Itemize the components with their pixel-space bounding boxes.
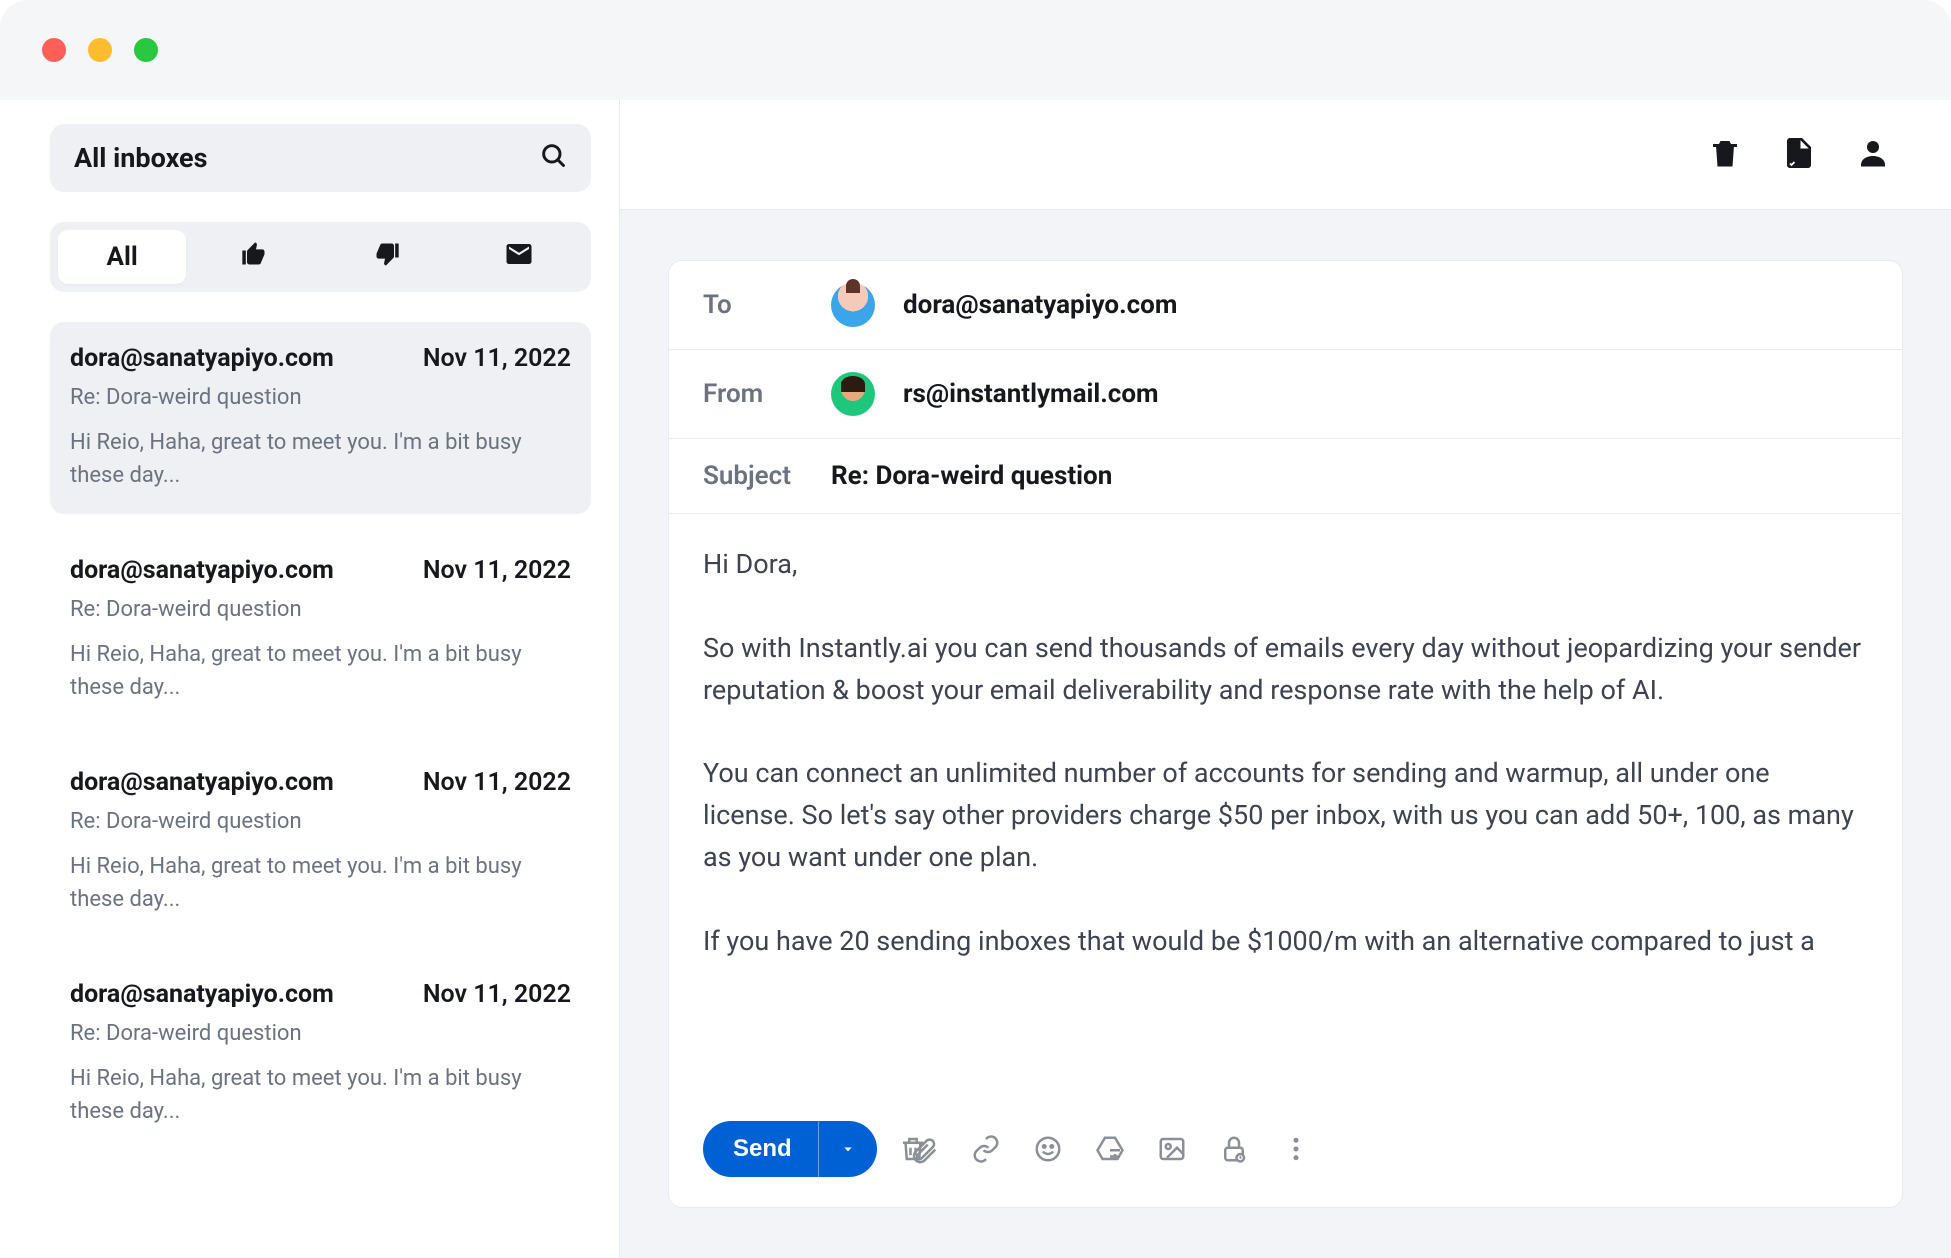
- emoji-icon[interactable]: [1033, 1134, 1063, 1164]
- email-date: Nov 11, 2022: [423, 556, 571, 585]
- main-toolbar: [620, 100, 1951, 210]
- send-options-caret[interactable]: [818, 1121, 877, 1177]
- window-titlebar: [0, 0, 1951, 100]
- email-sender: dora@sanatyapiyo.com: [70, 980, 334, 1009]
- filter-all-label: All: [107, 242, 138, 272]
- thumbs-down-icon: [373, 240, 401, 275]
- email-list: dora@sanatyapiyo.com Nov 11, 2022 Re: Do…: [50, 322, 591, 1150]
- email-preview: Hi Reio, Haha, great to meet you. I'm a …: [70, 426, 571, 492]
- email-item[interactable]: dora@sanatyapiyo.com Nov 11, 2022 Re: Do…: [50, 746, 591, 938]
- lock-icon[interactable]: [1219, 1134, 1249, 1164]
- email-subject: Re: Dora-weird question: [70, 1021, 571, 1046]
- compose-body[interactable]: Hi Dora, So with Instantly.ai you can se…: [669, 514, 1902, 1099]
- email-date: Nov 11, 2022: [423, 344, 571, 373]
- to-label: To: [703, 290, 803, 320]
- subject-row: Subject Re: Dora-weird question: [669, 439, 1902, 514]
- main-body: To dora@sanatyapiyo.com From rs@instantl…: [620, 210, 1951, 1258]
- filter-unread[interactable]: [455, 230, 583, 284]
- filter-positive[interactable]: [190, 230, 318, 284]
- inbox-selector[interactable]: All inboxes: [50, 124, 591, 192]
- to-row: To dora@sanatyapiyo.com: [669, 261, 1902, 350]
- filter-bar: All: [50, 222, 591, 292]
- more-options-icon[interactable]: [1281, 1134, 1311, 1164]
- inbox-selector-label: All inboxes: [74, 142, 208, 174]
- content-area: All inboxes All: [0, 100, 1951, 1258]
- from-row: From rs@instantlymail.com: [669, 350, 1902, 439]
- compose-footer: Send: [669, 1099, 1902, 1207]
- email-preview: Hi Reio, Haha, great to meet you. I'm a …: [70, 638, 571, 704]
- subject-value[interactable]: Re: Dora-weird question: [831, 461, 1112, 491]
- account-button[interactable]: [1855, 135, 1891, 175]
- email-item[interactable]: dora@sanatyapiyo.com Nov 11, 2022 Re: Do…: [50, 958, 591, 1150]
- send-button[interactable]: Send: [703, 1121, 877, 1177]
- drive-icon[interactable]: [1095, 1134, 1125, 1164]
- email-item[interactable]: dora@sanatyapiyo.com Nov 11, 2022 Re: Do…: [50, 534, 591, 726]
- move-button[interactable]: [1781, 135, 1817, 175]
- envelope-icon: [504, 239, 534, 276]
- email-date: Nov 11, 2022: [423, 980, 571, 1009]
- app-window: All inboxes All: [0, 0, 1951, 1258]
- email-date: Nov 11, 2022: [423, 768, 571, 797]
- email-subject: Re: Dora-weird question: [70, 809, 571, 834]
- to-value[interactable]: dora@sanatyapiyo.com: [903, 290, 1177, 320]
- email-subject: Re: Dora-weird question: [70, 385, 571, 410]
- main-pane: To dora@sanatyapiyo.com From rs@instantl…: [620, 100, 1951, 1258]
- link-icon[interactable]: [971, 1134, 1001, 1164]
- subject-label: Subject: [703, 461, 803, 491]
- image-icon[interactable]: [1157, 1134, 1187, 1164]
- window-zoom-button[interactable]: [134, 38, 158, 62]
- email-subject: Re: Dora-weird question: [70, 597, 571, 622]
- search-icon[interactable]: [539, 141, 567, 176]
- filter-negative[interactable]: [323, 230, 451, 284]
- sidebar: All inboxes All: [0, 100, 620, 1258]
- send-button-label: Send: [703, 1135, 818, 1163]
- email-sender: dora@sanatyapiyo.com: [70, 344, 334, 373]
- delete-button[interactable]: [1707, 135, 1743, 175]
- filter-all[interactable]: All: [58, 230, 186, 284]
- from-avatar: [831, 372, 875, 416]
- thumbs-up-icon: [240, 240, 268, 275]
- email-preview: Hi Reio, Haha, great to meet you. I'm a …: [70, 1062, 571, 1128]
- email-preview: Hi Reio, Haha, great to meet you. I'm a …: [70, 850, 571, 916]
- window-minimize-button[interactable]: [88, 38, 112, 62]
- compose-card: To dora@sanatyapiyo.com From rs@instantl…: [668, 260, 1903, 1208]
- from-label: From: [703, 379, 803, 409]
- to-avatar: [831, 283, 875, 327]
- email-item[interactable]: dora@sanatyapiyo.com Nov 11, 2022 Re: Do…: [50, 322, 591, 514]
- window-close-button[interactable]: [42, 38, 66, 62]
- email-sender: dora@sanatyapiyo.com: [70, 768, 334, 797]
- trash-icon[interactable]: [898, 1134, 928, 1164]
- from-value[interactable]: rs@instantlymail.com: [903, 379, 1159, 409]
- email-sender: dora@sanatyapiyo.com: [70, 556, 334, 585]
